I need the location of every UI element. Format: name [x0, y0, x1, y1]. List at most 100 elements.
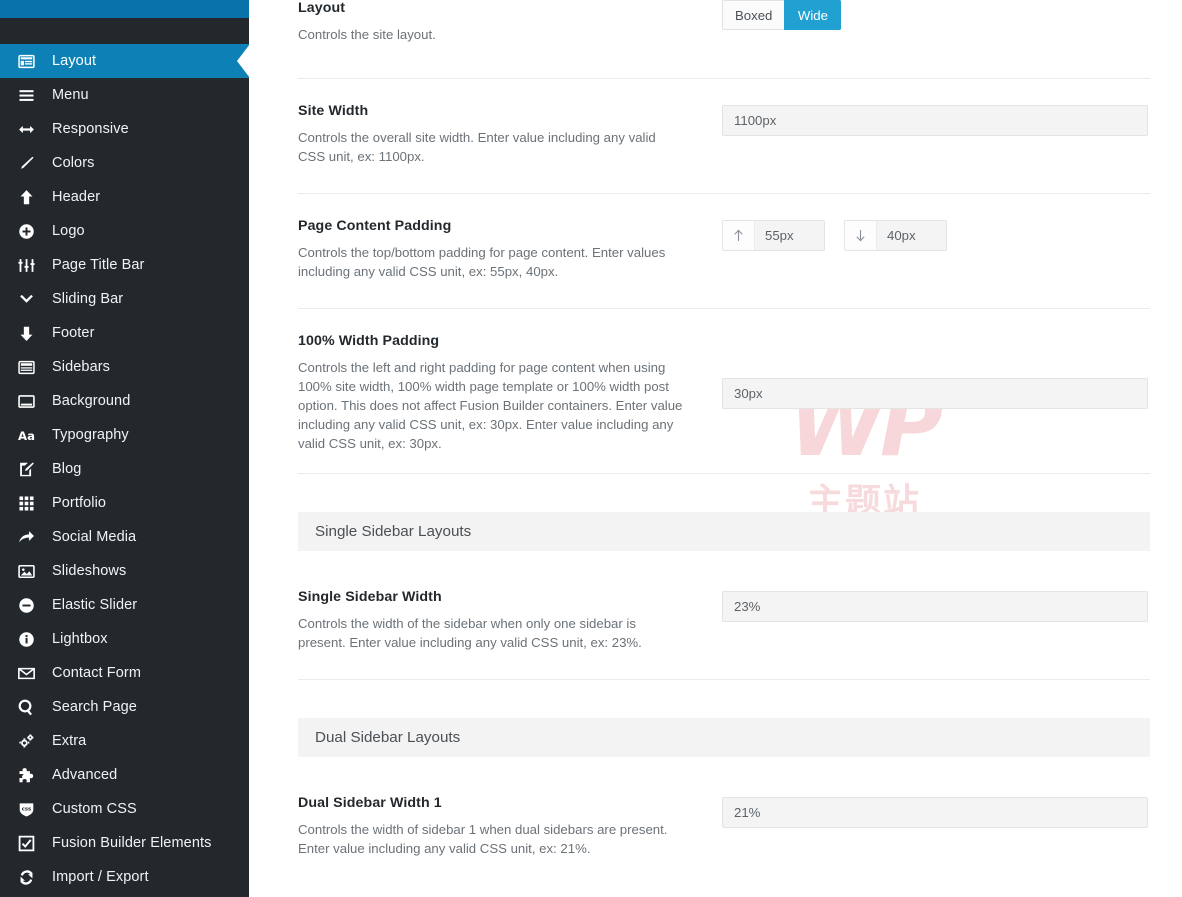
- field-control-block: [684, 795, 1150, 828]
- field-control-block: [684, 333, 1150, 409]
- layout-icon: [18, 53, 52, 70]
- field-title: Dual Sidebar Width 1: [298, 795, 442, 811]
- options-main-panel: WP 主题站 Layout Controls the site layout. …: [249, 0, 1182, 897]
- sidebar-item-label: Sliding Bar: [52, 291, 124, 307]
- sidebar-item-typography[interactable]: Aa Typography: [0, 418, 249, 452]
- sidebar-item-slideshows[interactable]: Slideshows: [0, 554, 249, 588]
- sidebar-item-import-export[interactable]: Import / Export: [0, 860, 249, 894]
- padding-top-control[interactable]: [722, 220, 825, 251]
- sidebar-item-sidebars[interactable]: Sidebars: [0, 350, 249, 384]
- sidebar-header-spacer: [0, 18, 249, 44]
- sidebar-item-extra[interactable]: Extra: [0, 724, 249, 758]
- sidebar-item-layout[interactable]: Layout: [0, 44, 249, 78]
- info-circle-icon: [18, 631, 52, 648]
- sidebar-item-label: Logo: [52, 223, 85, 239]
- field-label-block: 100% Width Padding Controls the left and…: [298, 333, 684, 453]
- theme-options-screen: Layout Menu Responsive Colors Header Logo Page…: [0, 0, 1182, 897]
- sidebar-item-label: Responsive: [52, 121, 129, 137]
- sidebar-item-label: Social Media: [52, 529, 137, 545]
- sidebar-item-label: Menu: [52, 87, 89, 103]
- single-sidebar-width-input[interactable]: [722, 591, 1148, 622]
- field-title: Page Content Padding: [298, 218, 452, 234]
- sidebar-item-fusion-builder-elements[interactable]: Fusion Builder Elements: [0, 826, 249, 860]
- sidebar-item-label: Header: [52, 189, 101, 205]
- sidebar-item-logo[interactable]: Logo: [0, 214, 249, 248]
- field-control-block: Boxed Wide: [684, 0, 1150, 30]
- sidebar-item-label: Page Title Bar: [52, 257, 145, 273]
- layout-option-wide[interactable]: Wide: [784, 0, 842, 30]
- sidebar-item-portfolio[interactable]: Portfolio: [0, 486, 249, 520]
- field-row-page-content-padding: Page Content Padding Controls the top/bo…: [249, 218, 1182, 292]
- sidebar-item-label: Contact Form: [52, 665, 142, 681]
- arrow-down-icon: [845, 221, 877, 250]
- full-width-padding-input[interactable]: [722, 378, 1148, 409]
- padding-bottom-control[interactable]: [844, 220, 947, 251]
- dual-sidebar-width-1-input[interactable]: [722, 797, 1148, 828]
- padding-top-input[interactable]: [755, 221, 824, 250]
- sidebar-item-label: Sidebars: [52, 359, 111, 375]
- sidebar-item-label: Layout: [52, 53, 97, 69]
- padding-bottom-input[interactable]: [877, 221, 946, 250]
- options-content: Layout Controls the site layout. Boxed W…: [249, 0, 1182, 869]
- sidebar-item-label: Fusion Builder Elements: [52, 835, 212, 851]
- field-description: Controls the site layout.: [298, 27, 436, 42]
- typography-icon: Aa: [18, 427, 52, 444]
- background-icon: [18, 393, 52, 410]
- sidebar-item-background[interactable]: Background: [0, 384, 249, 418]
- field-control-block: [684, 103, 1150, 136]
- sidebar-item-footer[interactable]: Footer: [0, 316, 249, 350]
- sidebar-item-advanced[interactable]: Advanced: [0, 758, 249, 792]
- envelope-icon: [18, 665, 52, 682]
- field-description: Controls the width of sidebar 1 when dua…: [298, 822, 668, 856]
- pencil-square-icon: [18, 461, 52, 478]
- svg-text:css: css: [22, 806, 31, 812]
- section-header-dual-sidebar-layouts: Dual Sidebar Layouts: [298, 718, 1150, 757]
- field-label-block: Page Content Padding Controls the top/bo…: [298, 218, 684, 281]
- sidebar-item-contact-form[interactable]: Contact Form: [0, 656, 249, 690]
- sidebar-item-elastic-slider[interactable]: Elastic Slider: [0, 588, 249, 622]
- sidebar-item-colors[interactable]: Colors: [0, 146, 249, 180]
- arrow-down-icon: [18, 325, 52, 342]
- sidebar-item-social-media[interactable]: Social Media: [0, 520, 249, 554]
- search-icon: [18, 699, 52, 716]
- sidebar-item-label: Background: [52, 393, 131, 409]
- sidebar-item-page-title-bar[interactable]: Page Title Bar: [0, 248, 249, 282]
- sidebar-item-custom-css[interactable]: css Custom CSS: [0, 792, 249, 826]
- field-control-block: [684, 218, 1150, 251]
- sidebar-item-responsive[interactable]: Responsive: [0, 112, 249, 146]
- layout-option-boxed[interactable]: Boxed: [722, 0, 785, 30]
- sidebar-item-search-page[interactable]: Search Page: [0, 690, 249, 724]
- chevron-down-icon: [18, 291, 52, 308]
- arrow-up-icon: [723, 221, 755, 250]
- site-width-input[interactable]: [722, 105, 1148, 136]
- sidebar-item-label: Import / Export: [52, 869, 149, 885]
- sidebar-item-lightbox[interactable]: Lightbox: [0, 622, 249, 656]
- sidebar-item-sliding-bar[interactable]: Sliding Bar: [0, 282, 249, 316]
- field-label-block: Site Width Controls the overall site wid…: [298, 103, 684, 166]
- sidebar-item-menu[interactable]: Menu: [0, 78, 249, 112]
- options-sidebar: Layout Menu Responsive Colors Header Logo Page…: [0, 0, 249, 897]
- field-row-layout: Layout Controls the site layout. Boxed W…: [249, 0, 1182, 62]
- field-label-block: Layout Controls the site layout.: [298, 0, 684, 44]
- sidebar-item-header[interactable]: Header: [0, 180, 249, 214]
- field-title: Layout: [298, 0, 346, 16]
- brush-icon: [18, 155, 52, 172]
- sidebar-item-label: Custom CSS: [52, 801, 137, 817]
- layout-toggle-group[interactable]: Boxed Wide: [722, 0, 842, 30]
- sidebars-icon: [18, 359, 52, 376]
- padding-pair-group: [722, 220, 1150, 251]
- sidebar-item-blog[interactable]: Blog: [0, 452, 249, 486]
- section-header-single-sidebar-layouts: Single Sidebar Layouts: [298, 512, 1150, 551]
- svg-text:Aa: Aa: [18, 428, 35, 442]
- arrow-up-icon: [18, 189, 52, 206]
- field-description: Controls the left and right padding for …: [298, 360, 683, 451]
- sidebar-item-label: Elastic Slider: [52, 597, 138, 613]
- share-arrow-icon: [18, 529, 52, 546]
- sidebar-item-label: Footer: [52, 325, 95, 341]
- field-description: Controls the width of the sidebar when o…: [298, 616, 642, 650]
